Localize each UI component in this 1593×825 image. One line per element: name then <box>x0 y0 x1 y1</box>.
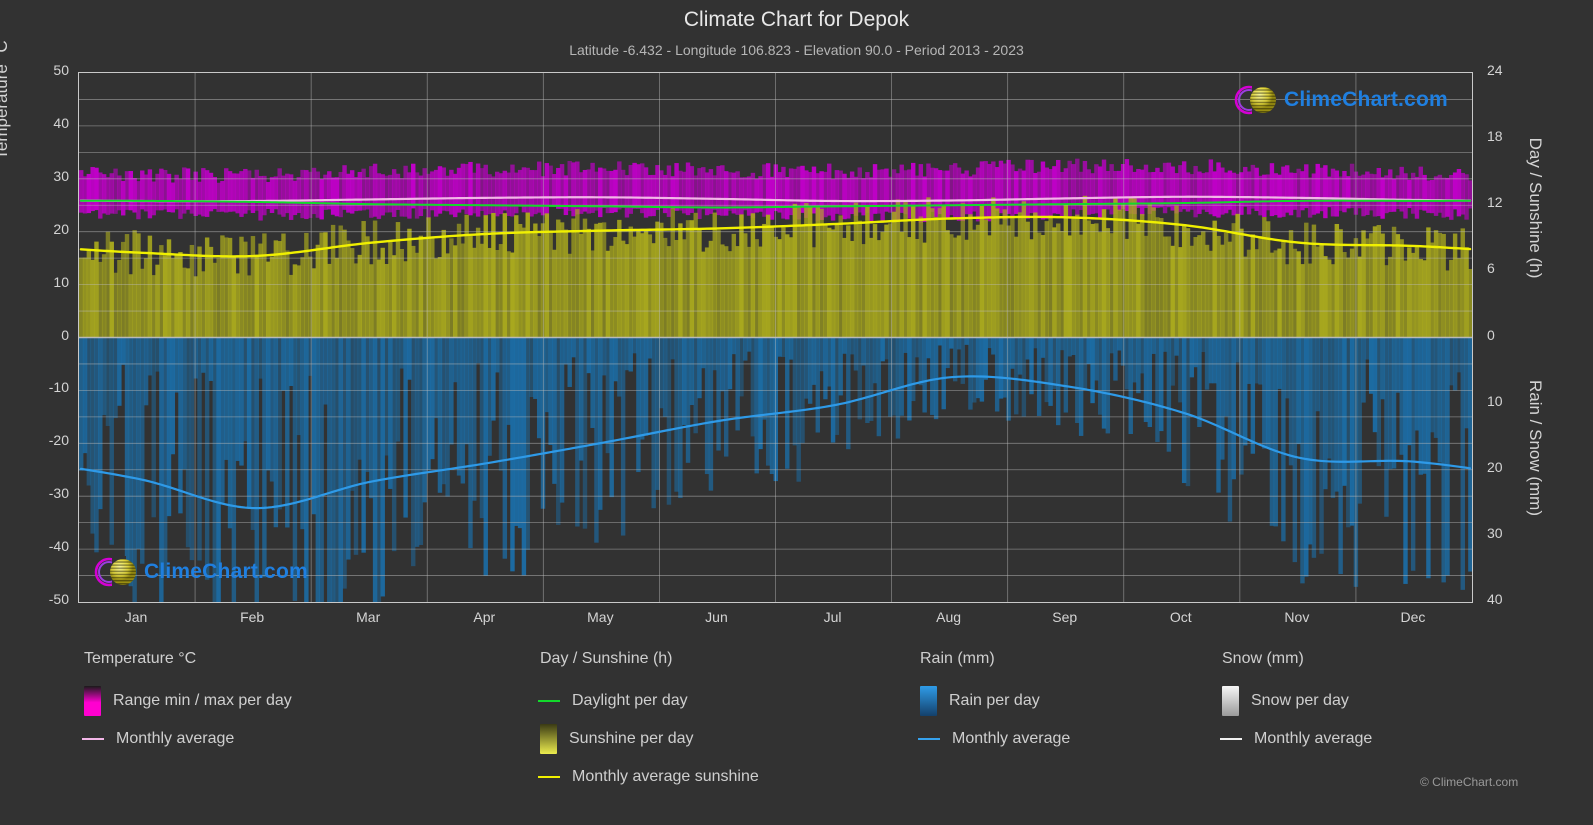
legend-item-label: Range min / max per day <box>113 692 292 709</box>
legend-item-label: Daylight per day <box>572 692 688 709</box>
plot-area <box>78 72 1473 603</box>
y-tick-right: 12 <box>1487 194 1503 211</box>
watermark-text-bottom: ClimeChart.com <box>144 560 308 583</box>
legend-line <box>918 738 940 740</box>
climechart-logo-icon <box>94 556 136 588</box>
y-axis-left-label: Temperature °C <box>0 40 11 160</box>
legend-item-label: Rain per day <box>949 692 1040 709</box>
x-tick-sep: Sep <box>1052 609 1078 625</box>
y-tick-left: -50 <box>48 591 69 607</box>
x-tick-oct: Oct <box>1169 609 1192 625</box>
legend-item-label: Monthly average <box>116 730 235 747</box>
x-tick-jan: Jan <box>124 609 148 625</box>
y-tick-right: 18 <box>1487 128 1503 145</box>
y-tick-left: 10 <box>53 273 69 290</box>
x-tick-dec: Dec <box>1400 609 1426 625</box>
legend-swatch <box>540 724 557 754</box>
legend-column-title: Rain (mm) <box>920 650 995 667</box>
x-tick-mar: Mar <box>356 609 381 625</box>
legend-line <box>82 738 104 740</box>
legend-item[interactable]: Rain per day <box>920 682 1070 720</box>
x-tick-aug: Aug <box>936 609 962 625</box>
legend-item[interactable]: Sunshine per day <box>540 720 759 758</box>
legend-item[interactable]: Snow per day <box>1222 682 1372 720</box>
watermark-logo-top: ClimeChart.com <box>1232 80 1448 120</box>
climate-chart-page: Climate Chart for Depok Latitude -6.432 … <box>0 0 1593 825</box>
legend-item[interactable]: Monthly average <box>918 720 1071 758</box>
y-tick-right: 10 <box>1487 392 1503 409</box>
legend-column-temperature: Temperature °C Range min / max per day Mon… <box>82 650 292 758</box>
y-tick-left: -20 <box>48 432 69 449</box>
y-tick-right: 6 <box>1487 260 1495 277</box>
legend-item[interactable]: Monthly average <box>1220 720 1373 758</box>
y-tick-left: 40 <box>53 114 69 131</box>
legend-item-label: Monthly average <box>1254 730 1373 747</box>
x-tick-nov: Nov <box>1284 609 1310 625</box>
legend-column-title: Snow (mm) <box>1222 650 1304 667</box>
legend-line <box>538 776 560 778</box>
y-tick-left: 20 <box>53 220 69 237</box>
legend-item-label: Snow per day <box>1251 692 1349 709</box>
x-tick-jun: Jun <box>705 609 728 625</box>
legend-column-snow: Snow (mm) Snow per day Monthly average <box>1220 650 1373 758</box>
chart-legend: Temperature °C Range min / max per day Mon… <box>0 650 1593 810</box>
y-axis-right-bottom-label: Rain / Snow (mm) <box>1526 379 1545 517</box>
legend-item[interactable]: Monthly average <box>82 720 292 758</box>
watermark-logo-bottom: ClimeChart.com <box>92 552 308 592</box>
x-tick-may: May <box>587 609 614 625</box>
legend-line <box>1220 738 1242 740</box>
legend-item-label: Monthly average sunshine <box>572 768 759 785</box>
climechart-logo-icon <box>1234 84 1276 116</box>
copyright-text: © ClimeChart.com <box>1420 775 1519 789</box>
y-tick-left: -30 <box>48 485 69 502</box>
grid-lines <box>79 73 1472 602</box>
legend-item[interactable]: Monthly average sunshine <box>538 758 759 796</box>
legend-column-rain: Rain (mm) Rain per day Monthly average <box>918 650 1071 758</box>
y-tick-left: 30 <box>53 167 69 184</box>
y-tick-right: 30 <box>1487 524 1503 541</box>
legend-item-label: Monthly average <box>952 730 1071 747</box>
y-tick-left: -40 <box>48 538 69 555</box>
chart-canvas <box>79 73 1472 602</box>
y-tick-right: 40 <box>1487 591 1503 607</box>
x-tick-apr: Apr <box>473 609 496 625</box>
y-tick-right: 0 <box>1487 326 1495 343</box>
watermark-text-top: ClimeChart.com <box>1284 88 1448 111</box>
legend-column-title: Day / Sunshine (h) <box>540 650 673 667</box>
y-tick-left: -10 <box>48 379 69 396</box>
y-tick-left: 50 <box>53 62 69 78</box>
page-subtitle: Latitude -6.432 - Longitude 106.823 - El… <box>569 42 1024 58</box>
y-tick-right: 20 <box>1487 458 1503 475</box>
legend-swatch <box>920 686 937 716</box>
legend-swatch <box>1222 686 1239 716</box>
x-tick-feb: Feb <box>240 609 265 625</box>
legend-item-label: Sunshine per day <box>569 730 694 747</box>
page-title: Climate Chart for Depok <box>683 8 910 31</box>
legend-item[interactable]: Range min / max per day <box>84 682 292 720</box>
legend-swatch <box>84 686 101 716</box>
y-tick-right: 24 <box>1487 62 1503 78</box>
y-tick-left: 0 <box>61 326 69 343</box>
legend-item[interactable]: Daylight per day <box>538 682 759 720</box>
x-tick-jul: Jul <box>823 609 842 625</box>
legend-column-title: Temperature °C <box>84 650 197 667</box>
legend-line <box>538 700 560 702</box>
legend-column-day: Day / Sunshine (h) Daylight per day Sunshi… <box>538 650 759 796</box>
